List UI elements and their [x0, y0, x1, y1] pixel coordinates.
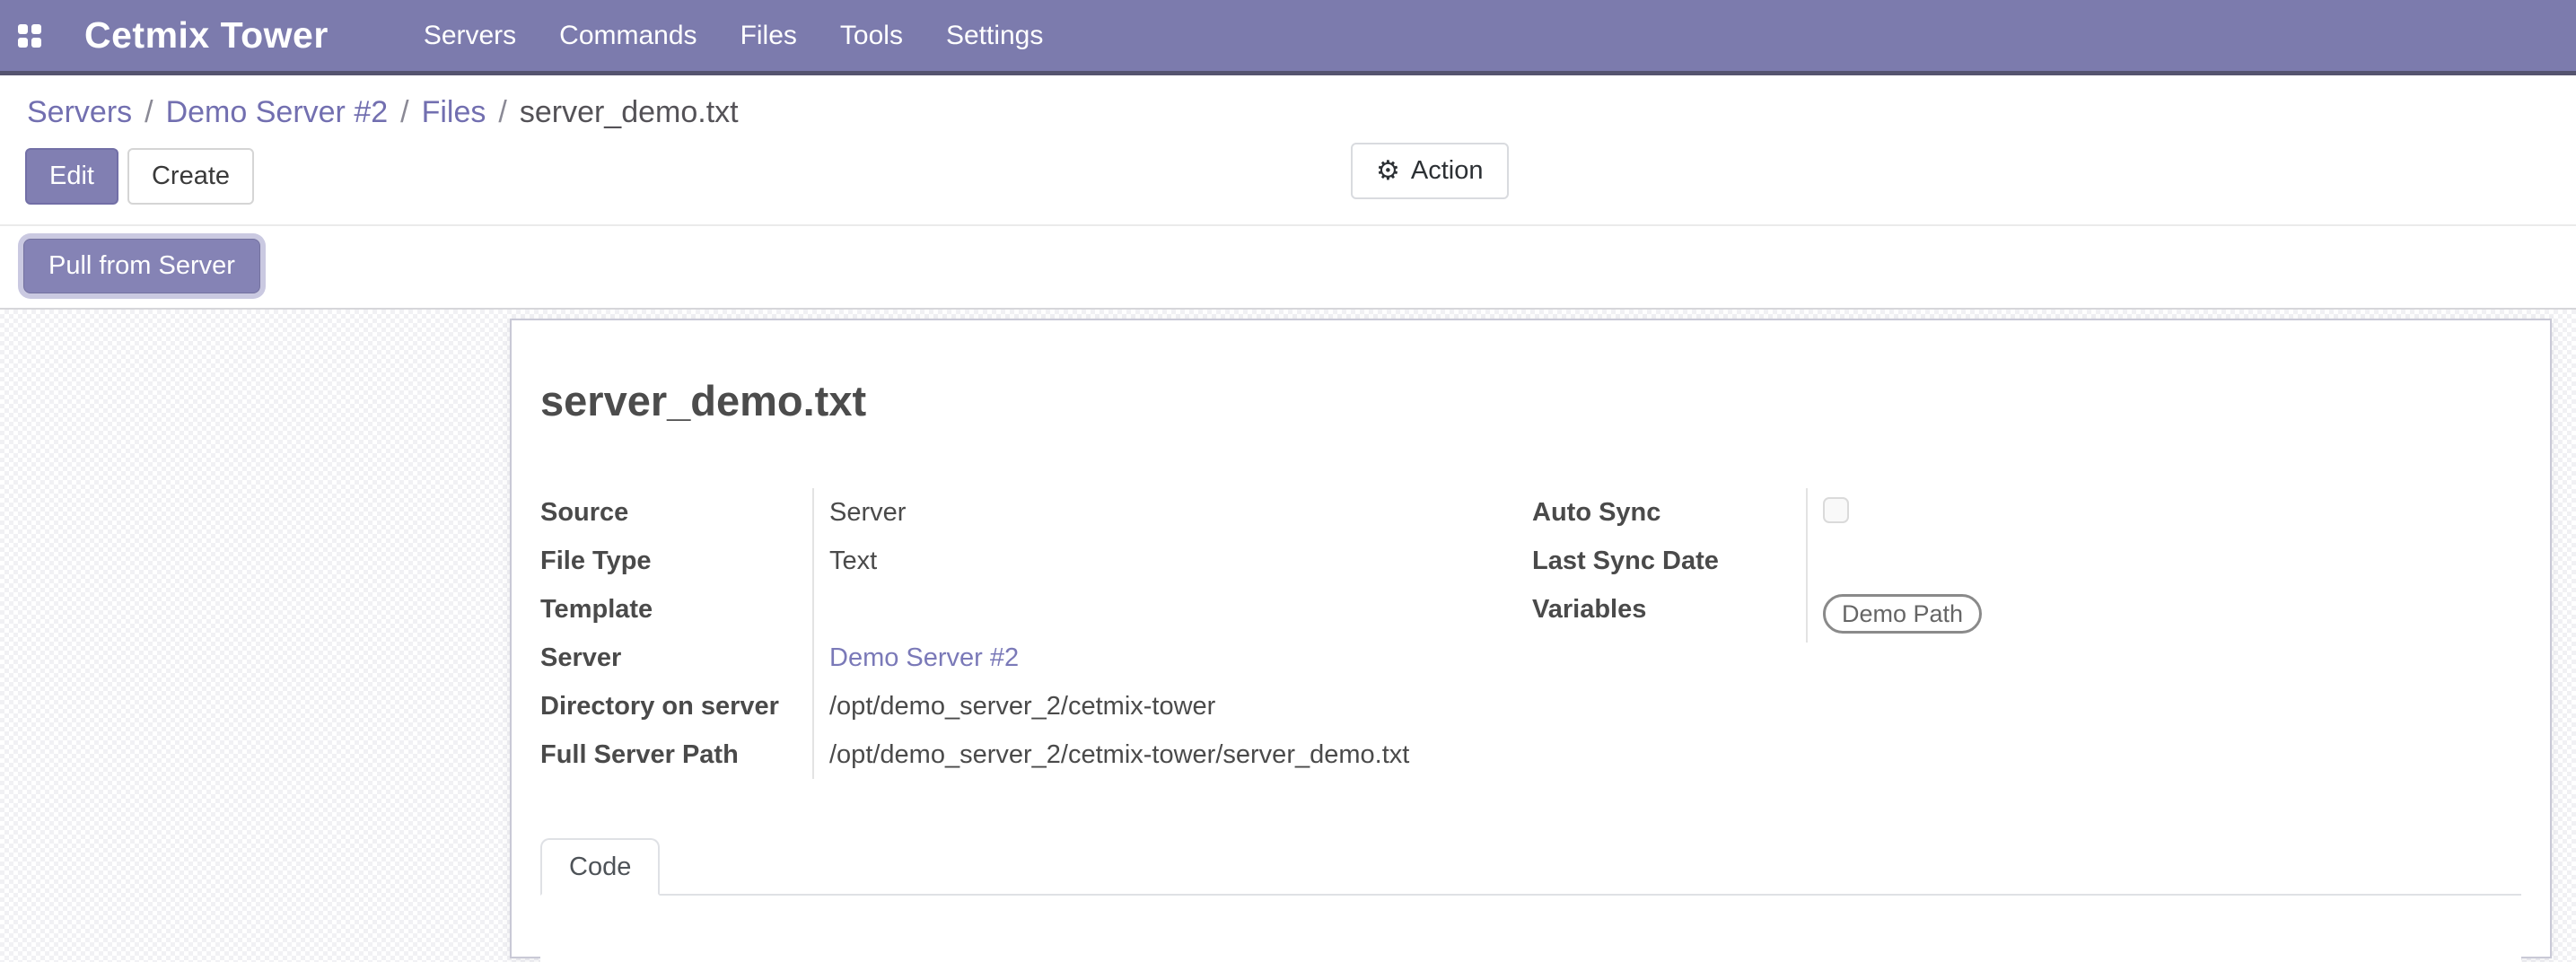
page: Cetmix Tower Servers Commands Files Tool… [0, 0, 2576, 962]
server-record-link[interactable]: Demo Server #2 [829, 643, 1019, 672]
nav-menu: Servers Commands Files Tools Settings [402, 0, 1065, 74]
nav-item-servers[interactable]: Servers [402, 0, 538, 74]
field-value-file-type: Text [812, 537, 1532, 585]
field-label-template: Template [540, 585, 812, 634]
field-value-source: Server [812, 488, 1532, 537]
field-label-source: Source [540, 488, 812, 537]
apps-grid-square [31, 38, 41, 48]
apps-grid-square [18, 24, 28, 34]
create-button[interactable]: Create [127, 148, 254, 205]
field-label-full-path: Full Server Path [540, 730, 812, 779]
tab-content-code [540, 896, 2521, 962]
form-sheet: server_demo.txt Source Server File Type … [510, 319, 2552, 958]
field-label-last-sync: Last Sync Date [1532, 537, 1806, 585]
record-title: server_demo.txt [540, 376, 2521, 425]
field-label-directory: Directory on server [540, 682, 812, 730]
form-background: server_demo.txt Source Server File Type … [0, 310, 2576, 962]
breadcrumb-current: server_demo.txt [520, 95, 739, 130]
field-value-template [812, 585, 1532, 634]
breadcrumb-separator: / [498, 95, 506, 130]
control-panel: Servers / Demo Server #2 / Files / serve… [0, 75, 2576, 310]
nav-item-files[interactable]: Files [719, 0, 819, 74]
field-value-variables: Demo Path [1806, 585, 2521, 643]
notebook-tabs: Code [540, 836, 2521, 896]
app-brand[interactable]: Cetmix Tower [84, 14, 329, 57]
field-group-left: Source Server File Type Text Template Se… [540, 488, 1532, 779]
field-label-server: Server [540, 634, 812, 682]
edit-button[interactable]: Edit [25, 148, 118, 205]
field-value-full-path: /opt/demo_server_2/cetmix-tower/server_d… [812, 730, 1532, 779]
apps-grid-square [18, 38, 28, 48]
statusbar: Pull from Server [0, 224, 2576, 308]
nav-item-commands[interactable]: Commands [538, 0, 718, 74]
nav-item-settings[interactable]: Settings [924, 0, 1065, 74]
field-label-file-type: File Type [540, 537, 812, 585]
field-value-server: Demo Server #2 [812, 634, 1532, 682]
action-button[interactable]: ⚙︎ Action [1351, 143, 1509, 199]
field-group-right: Auto Sync Last Sync Date Variables Demo … [1532, 488, 2521, 779]
field-value-directory: /opt/demo_server_2/cetmix-tower [812, 682, 1532, 730]
field-value-auto-sync [1806, 488, 2521, 537]
breadcrumb-link-files[interactable]: Files [422, 95, 486, 130]
pull-from-server-button[interactable]: Pull from Server [23, 239, 260, 293]
top-navbar: Cetmix Tower Servers Commands Files Tool… [0, 0, 2576, 75]
field-groups: Source Server File Type Text Template Se… [540, 488, 2521, 779]
breadcrumb-separator: / [400, 95, 408, 130]
field-label-variables: Variables [1532, 585, 1806, 643]
action-button-label: Action [1411, 156, 1484, 186]
buttons-row: Edit Create ⚙︎ Action [0, 130, 2576, 224]
gear-icon: ⚙︎ [1376, 158, 1400, 185]
nav-item-tools[interactable]: Tools [819, 0, 924, 74]
breadcrumb-link-demo-server[interactable]: Demo Server #2 [166, 95, 389, 130]
variable-tag: Demo Path [1823, 594, 1982, 634]
field-label-auto-sync: Auto Sync [1532, 488, 1806, 537]
field-value-last-sync [1806, 537, 2521, 585]
apps-grid-square [31, 24, 41, 34]
tab-code[interactable]: Code [540, 838, 660, 896]
breadcrumb: Servers / Demo Server #2 / Files / serve… [0, 75, 2576, 130]
breadcrumb-link-servers[interactable]: Servers [27, 95, 132, 130]
auto-sync-checkbox[interactable] [1823, 497, 1849, 523]
apps-grid-icon[interactable] [18, 24, 41, 48]
breadcrumb-separator: / [145, 95, 153, 130]
